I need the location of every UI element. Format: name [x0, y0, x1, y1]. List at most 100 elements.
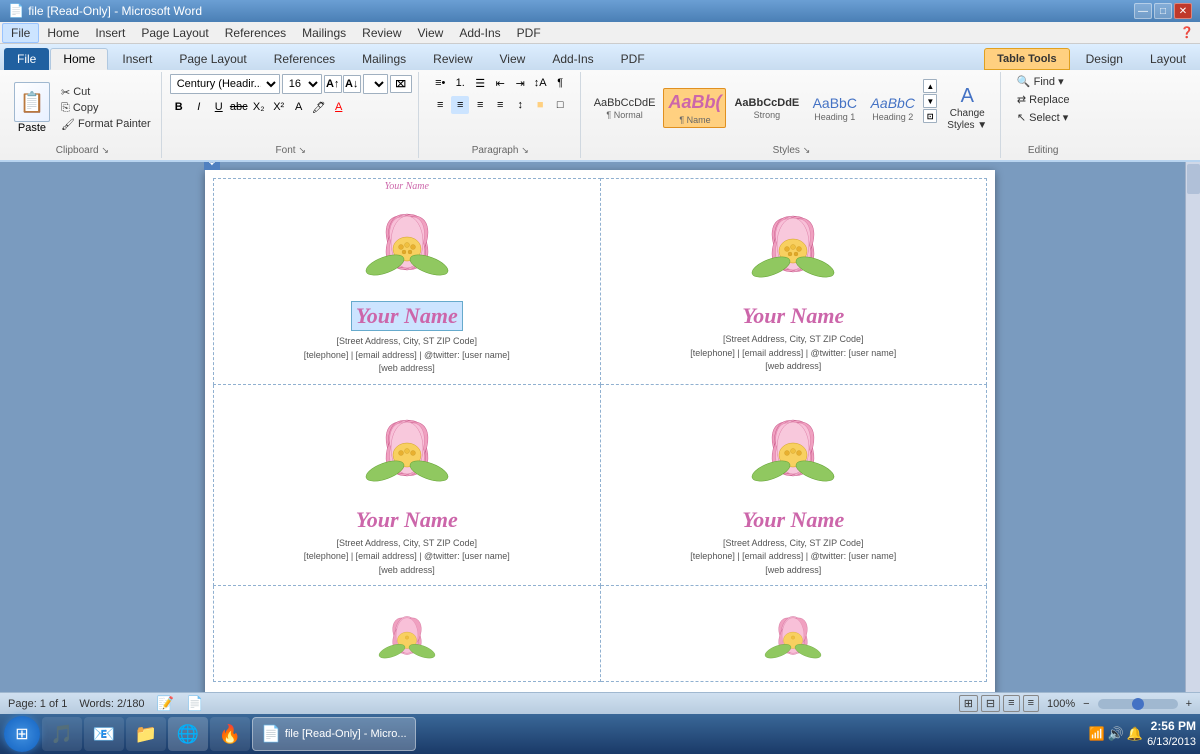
justify-button[interactable]: ≡ — [491, 96, 509, 114]
menu-review[interactable]: Review — [354, 24, 409, 42]
menu-file[interactable]: File — [2, 23, 39, 43]
title-bar-controls[interactable]: — □ ✕ — [1134, 3, 1192, 19]
bullets-button[interactable]: ≡• — [431, 74, 449, 92]
find-button[interactable]: 🔍 Find ▾ — [1013, 74, 1068, 89]
font-shrink-button[interactable]: A↓ — [343, 75, 361, 93]
highlight-button[interactable]: 🖊 — [310, 98, 328, 116]
card-name-1-0[interactable]: Your Name — [356, 507, 458, 533]
style-strong[interactable]: AaBbCcDdE Strong — [729, 93, 804, 123]
notification-icon[interactable]: 🔔 — [1127, 726, 1143, 742]
replace-button[interactable]: ⇄ Replace — [1013, 92, 1074, 107]
numbering-button[interactable]: 1. — [451, 74, 469, 92]
styles-scroll[interactable]: ▲ ▼ ⊡ — [923, 79, 937, 137]
font-size-select[interactable]: 16 — [282, 74, 322, 94]
font-name-select[interactable]: Century (Headir... — [170, 74, 280, 94]
paste-button[interactable]: 📋 Paste — [10, 80, 54, 136]
scrollbar-right[interactable] — [1185, 162, 1200, 692]
tab-home[interactable]: Home — [50, 48, 108, 70]
card-cell-0-0[interactable]: Your Name — [214, 179, 601, 385]
select-button[interactable]: ↖ Select ▾ — [1013, 110, 1072, 125]
menu-home[interactable]: Home — [39, 24, 87, 42]
card-name-0-0[interactable]: Your Name — [351, 301, 463, 331]
start-button[interactable]: ⊞ — [4, 716, 40, 752]
font-color-button[interactable]: A — [330, 98, 348, 116]
menu-add-ins[interactable]: Add-Ins — [451, 24, 508, 42]
tab-page-layout[interactable]: Page Layout — [166, 48, 259, 70]
underline-button[interactable]: U — [210, 98, 228, 116]
track-changes-icon[interactable]: 📝 — [157, 695, 174, 712]
borders-button[interactable]: □ — [551, 96, 569, 114]
menu-mailings[interactable]: Mailings — [294, 24, 354, 42]
tab-layout[interactable]: Layout — [1137, 48, 1199, 70]
document-view-icon[interactable]: 📄 — [186, 695, 203, 712]
scrollbar-thumb[interactable] — [1187, 164, 1200, 194]
align-right-button[interactable]: ≡ — [471, 96, 489, 114]
styles-expand[interactable]: ⊡ — [923, 109, 937, 123]
multilevel-button[interactable]: ☰ — [471, 74, 489, 92]
card-cell-0-1[interactable]: Your Name [Street Address, City, ST ZIP … — [600, 179, 987, 385]
italic-button[interactable]: I — [190, 98, 208, 116]
move-handle[interactable]: ✥ — [204, 162, 220, 170]
sort-button[interactable]: ↕A — [531, 74, 549, 92]
taskbar-app-firefox[interactable]: 🔥 — [210, 717, 250, 751]
tab-view[interactable]: View — [487, 48, 539, 70]
menu-page-layout[interactable]: Page Layout — [133, 24, 216, 42]
shading-button[interactable]: ■ — [531, 96, 549, 114]
align-left-button[interactable]: ≡ — [431, 96, 449, 114]
close-button[interactable]: ✕ — [1174, 3, 1192, 19]
copy-button[interactable]: ⎘ Copy — [57, 101, 155, 116]
font-grow-button[interactable]: A↑ — [324, 75, 342, 93]
maximize-button[interactable]: □ — [1154, 3, 1172, 19]
format-painter-button[interactable]: 🖌 Format Painter — [57, 117, 155, 132]
volume-icon[interactable]: 🔊 — [1108, 726, 1124, 742]
tab-design[interactable]: Design — [1073, 48, 1136, 70]
menu-insert[interactable]: Insert — [87, 24, 133, 42]
style-heading1[interactable]: AaBbC Heading 1 — [807, 91, 862, 125]
tab-file[interactable]: File — [4, 48, 49, 70]
zoom-plus-button[interactable]: + — [1186, 698, 1192, 710]
card-name-1-1[interactable]: Your Name — [742, 507, 844, 533]
web-layout-btn[interactable]: ≡ — [1003, 695, 1019, 712]
taskbar-app-email[interactable]: 📧 — [84, 717, 124, 751]
taskbar-app-music[interactable]: 🎵 — [42, 717, 82, 751]
system-clock[interactable]: 2:56 PM 6/13/2013 — [1147, 719, 1196, 749]
tab-mailings[interactable]: Mailings — [349, 48, 419, 70]
style-name[interactable]: AaBb( ¶ Name — [663, 88, 726, 127]
style-normal[interactable]: AaBbCcDdE ¶ Normal — [589, 93, 661, 123]
menu-references[interactable]: References — [217, 24, 294, 42]
tab-pdf[interactable]: PDF — [608, 48, 658, 70]
taskbar-app-folder[interactable]: 📁 — [126, 717, 166, 751]
show-hide-button[interactable]: ¶ — [551, 74, 569, 92]
print-layout-btn[interactable]: ⊞ — [959, 695, 978, 712]
decrease-indent-button[interactable]: ⇤ — [491, 74, 509, 92]
menu-view[interactable]: View — [410, 24, 452, 42]
superscript-button[interactable]: X² — [270, 98, 288, 116]
bold-button[interactable]: B — [170, 98, 188, 116]
increase-indent-button[interactable]: ⇥ — [511, 74, 529, 92]
styles-scroll-up[interactable]: ▲ — [923, 79, 937, 93]
card-cell-1-0[interactable]: Your Name [Street Address, City, ST ZIP … — [214, 384, 601, 586]
align-center-button[interactable]: ≡ — [451, 96, 469, 114]
card-name-0-1[interactable]: Your Name — [742, 303, 844, 329]
full-screen-btn[interactable]: ⊟ — [981, 695, 1000, 712]
draft-btn[interactable]: ≡ — [1023, 695, 1039, 712]
line-spacing-button[interactable]: ↕ — [511, 96, 529, 114]
change-styles-button[interactable]: A ChangeStyles ▼ — [940, 82, 994, 135]
card-cell-2-0[interactable] — [214, 586, 601, 682]
zoom-minus-button[interactable]: − — [1083, 698, 1089, 710]
style-heading2[interactable]: AaBbC Heading 2 — [865, 91, 920, 125]
zoom-slider[interactable] — [1098, 699, 1178, 709]
case-select[interactable]: Aa — [363, 74, 388, 94]
styles-scroll-down[interactable]: ▼ — [923, 94, 937, 108]
strikethrough-button[interactable]: abc — [230, 98, 248, 116]
menu-pdf[interactable]: PDF — [509, 24, 549, 42]
card-cell-2-1[interactable] — [600, 586, 987, 682]
card-cell-1-1[interactable]: Your Name [Street Address, City, ST ZIP … — [600, 384, 987, 586]
subscript-button[interactable]: X₂ — [250, 98, 268, 116]
minimize-button[interactable]: — — [1134, 3, 1152, 19]
tab-review[interactable]: Review — [420, 48, 485, 70]
taskbar-word-button[interactable]: 📄 file [Read-Only] - Micro... — [252, 717, 416, 751]
network-icon[interactable]: 📶 — [1089, 726, 1105, 742]
text-effect-button[interactable]: A — [290, 98, 308, 116]
tab-add-ins[interactable]: Add-Ins — [539, 48, 606, 70]
